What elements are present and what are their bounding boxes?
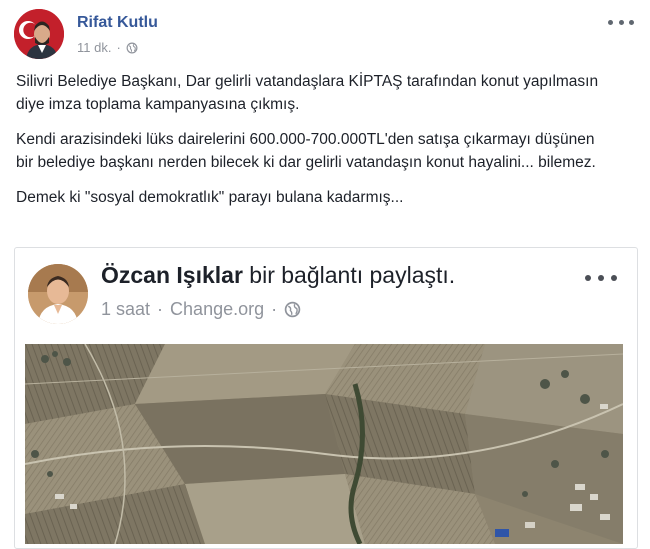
post-author-name[interactable]: Rifat Kutlu	[77, 14, 158, 32]
dot	[611, 275, 617, 281]
globe-icon[interactable]	[284, 301, 301, 318]
post-paragraph: Kendi arazisindeki lüks dairelerini 600.…	[16, 131, 596, 171]
meta-separator: ·	[271, 299, 278, 319]
shared-post-title: Özcan Işıklar bir bağlantı paylaştı.	[101, 262, 455, 289]
source-link[interactable]: Change.org	[170, 299, 264, 320]
dot	[598, 275, 604, 281]
shared-post-meta: 1 saat · Change.org ·	[101, 299, 301, 320]
profile-photo	[28, 264, 88, 324]
aerial-map-image	[25, 344, 623, 544]
author-avatar[interactable]	[14, 9, 64, 59]
post-options-button[interactable]	[608, 13, 634, 31]
shared-timestamp[interactable]: 1 saat	[101, 299, 150, 320]
post-body: Silivri Belediye Başkanı, Dar gelirli va…	[16, 70, 616, 221]
dot	[618, 19, 624, 25]
flag-profile-picture	[14, 9, 64, 59]
post-meta: 11 dk. ·	[77, 40, 138, 55]
post-timestamp[interactable]: 11 dk.	[77, 40, 111, 55]
shared-post-card[interactable]: Özcan Işıklar bir bağlantı paylaştı. 1 s…	[14, 247, 638, 549]
dot	[608, 19, 613, 25]
meta-separator: ·	[116, 40, 121, 55]
shared-post-options-button[interactable]	[585, 272, 617, 284]
dot	[585, 275, 591, 281]
globe-icon[interactable]	[126, 42, 138, 54]
shared-author-name[interactable]: Özcan Işıklar	[101, 262, 243, 288]
shared-action-text: bir bağlantı paylaştı.	[242, 262, 456, 288]
dot	[629, 19, 634, 25]
meta-separator: ·	[157, 299, 164, 319]
post-paragraph: Demek ki "sosyal demokratlık" parayı bul…	[16, 189, 404, 206]
link-preview-image[interactable]	[25, 344, 623, 544]
shared-author-avatar[interactable]	[28, 264, 88, 324]
post-header: Rifat Kutlu 11 dk. ·	[14, 9, 636, 63]
post-paragraph: Silivri Belediye Başkanı, Dar gelirli va…	[16, 73, 599, 113]
